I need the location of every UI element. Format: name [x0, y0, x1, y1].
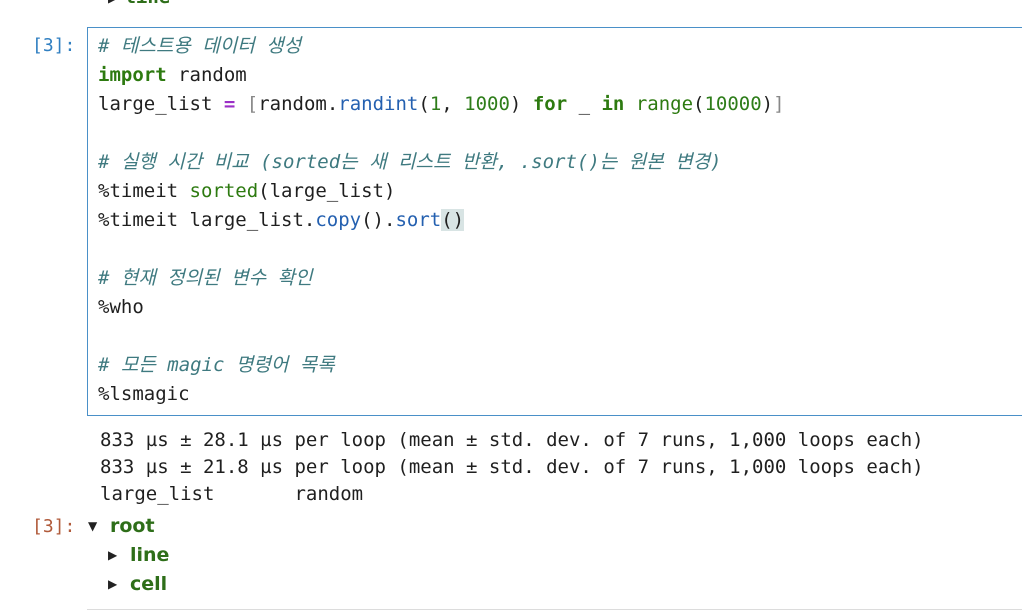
collapsed-triangle-icon[interactable]: ▶: [108, 570, 122, 599]
code-line-7: %timeit large_list.copy().sort(): [98, 209, 465, 231]
output-line-2: 833 µs ± 21.8 µs per loop (mean ± std. d…: [100, 456, 924, 478]
output-line-3: large_list random: [100, 483, 364, 505]
collapsed-triangle-icon[interactable]: ▶: [108, 0, 116, 7]
prev-tree-item-line[interactable]: ▶line: [108, 0, 170, 9]
tree-item-cell[interactable]: ▶ cell: [88, 570, 169, 599]
code-line-10: %who: [98, 296, 144, 318]
code-line-3: large_list = [random.randint(1, 1000) fo…: [98, 93, 785, 115]
output-prompt: [3]:: [32, 516, 76, 537]
code-line-6: %timeit sorted(large_list): [98, 180, 396, 202]
code-line-13: %lsmagic: [98, 383, 190, 405]
code-line-12: # 모든 magic 명령어 목록: [98, 354, 335, 376]
notebook-view: ▶line [3]: # 테스트용 데이터 생성 import random lar…: [0, 0, 1022, 612]
code-line-9: # 현재 정의된 변수 확인: [98, 267, 313, 289]
tree-item-root[interactable]: ▼ root: [88, 512, 169, 541]
code-line-1: # 테스트용 데이터 생성: [98, 35, 302, 57]
tree-view: ▼ root ▶ line ▶ cell: [88, 512, 169, 599]
input-prompt: [3]:: [32, 35, 76, 56]
code-content[interactable]: # 테스트용 데이터 생성 import random large_list = […: [98, 32, 785, 409]
collapsed-triangle-icon[interactable]: ▶: [108, 541, 122, 570]
code-line-2: import random: [98, 64, 247, 86]
cell-stdout-output: 833 µs ± 28.1 µs per loop (mean ± std. d…: [100, 427, 924, 508]
output-line-1: 833 µs ± 28.1 µs per loop (mean ± std. d…: [100, 429, 924, 451]
code-line-5: # 실행 시간 비교 (sorted는 새 리스트 반환, .sort()는 원…: [98, 151, 722, 173]
expanded-triangle-icon[interactable]: ▼: [88, 512, 102, 541]
cell-divider: [87, 609, 1022, 610]
tree-item-line[interactable]: ▶ line: [88, 541, 169, 570]
